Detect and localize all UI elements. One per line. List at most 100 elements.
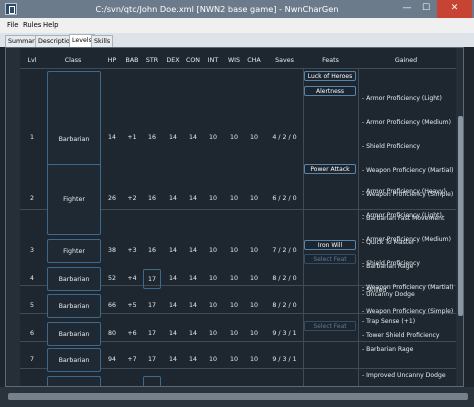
cell-int: 10 [208,302,217,309]
header-cha: CHA [247,57,261,64]
cell-saves: 6 / 2 / 0 [272,195,297,202]
cell-cha: 10 [249,330,258,337]
cell-lvl: 2 [29,195,34,202]
levels-table: Lvl Class HP BAB STR DEX CON INT WIS CHA… [5,47,464,387]
feat-button[interactable]: Luck of Heroes [304,71,356,81]
gained-item: - Armor Proficiency (Medium) [362,119,451,126]
cell-str: 17 [147,330,156,337]
class-label: Fighter [63,196,85,203]
cell-hp: 94 [107,356,116,363]
header-int: INT [207,57,219,64]
class-selector[interactable]: Fighter [47,239,101,263]
cell-saves: 9 / 3 / 1 [272,356,297,363]
horizontal-scrollbar-thumb[interactable] [8,393,468,400]
gained-item: - Armor Proficiency (Heavy) [362,188,446,195]
close-button[interactable]: ✕ [437,0,472,18]
class-label: Barbarian [58,135,90,143]
horizontal-scrollbar[interactable] [0,387,474,407]
header-wis: WIS [227,57,241,64]
gained-item: - Trap Sense (+1) [362,318,416,325]
cell-int: 10 [208,134,217,141]
cell-hp: 52 [107,275,116,282]
window-title: C:/svn/qtc/John Doe.xml [NWN2 base game]… [95,4,339,14]
class-selector[interactable]: Fighter [47,164,101,235]
menu-help[interactable]: Help [43,18,59,33]
cell-lvl: 4 [29,275,34,282]
cell-int: 10 [208,275,217,282]
header-hp: HP [107,57,117,64]
cell-hp: 80 [107,330,116,337]
class-selector[interactable]: Barbarian [47,267,101,291]
header-lvl: Lvl [27,57,37,64]
cell-cha: 10 [249,275,258,282]
cell-str: 16 [147,247,156,254]
tab-skills[interactable]: Skills [91,35,114,47]
vertical-scrollbar-thumb[interactable] [458,116,463,316]
cell-int: 10 [208,195,217,202]
cell-bab: +2 [127,195,137,202]
cell-str: 17 [147,302,156,309]
header-class: Class [64,57,82,64]
cell-saves: 4 / 2 / 0 [272,134,297,141]
cell-saves: 7 / 2 / 0 [272,247,297,254]
cell-wis: 10 [229,356,238,363]
class-selector[interactable]: Barbarian [47,348,101,372]
str-increase-cell[interactable]: 17 [143,269,161,289]
cell-str: 16 [147,195,156,202]
grid-line [20,68,456,69]
gained-item: - Improved Uncanny Dodge [362,372,446,379]
class-label: Barbarian [58,302,90,310]
cell-saves: 8 / 2 / 0 [272,275,297,282]
feat-button[interactable]: Power Attack [304,164,356,174]
cell-lvl: 7 [29,356,34,363]
minimize-button[interactable]: — [398,0,416,18]
cell-wis: 10 [229,247,238,254]
cell-dex: 14 [168,302,177,309]
cell-str: 17 [147,275,156,283]
cell-wis: 10 [229,330,238,337]
feat-button[interactable]: Iron Will [304,240,356,250]
vertical-scrollbar[interactable] [456,48,463,386]
cell-lvl: 5 [29,302,34,309]
cell-lvl: 6 [29,330,34,337]
select-feat-button[interactable]: Select Feat [304,254,356,264]
maximize-button[interactable]: ☐ [416,0,436,18]
cell-str: 16 [147,134,156,141]
cell-saves: 9 / 3 / 1 [272,330,297,337]
menu-bar: File Rules Help [0,18,474,33]
header-str: STR [145,57,159,64]
cell-hp: 38 [107,247,116,254]
class-selector[interactable]: Barbarian [47,294,101,318]
header-gained: Gained [394,57,418,64]
cell-lvl: 1 [29,134,34,141]
tab-bar: Summary Description Levels Skills [0,33,474,47]
class-selector[interactable]: Barbarian [47,322,101,346]
gained-item: - Armor Proficiency (Light) [362,212,442,219]
cell-con: 14 [188,195,197,202]
header-dex: DEX [166,57,180,64]
menu-rules[interactable]: Rules [23,18,41,33]
cell-con: 14 [188,330,197,337]
gained-item: - Shield Proficiency [362,260,420,267]
cell-con: 14 [188,275,197,282]
feat-button[interactable]: Alertness [304,86,356,96]
cell-bab: +5 [127,302,137,309]
cell-cha: 10 [249,195,258,202]
class-selector[interactable] [47,376,101,386]
cell-con: 14 [188,134,197,141]
cell-wis: 10 [229,195,238,202]
cell-dex: 14 [168,275,177,282]
header-saves: Saves [275,57,294,64]
cell-int: 10 [208,356,217,363]
cell-dex: 14 [168,134,177,141]
cell-wis: 10 [229,275,238,282]
header-bab: BAB [125,57,139,64]
cell-dex: 14 [168,356,177,363]
gained-item: - Armor Proficiency (Light) [362,95,442,102]
select-feat-button[interactable]: Select Feat [304,321,356,331]
menu-file[interactable]: File [7,18,18,33]
cell-cha: 10 [249,302,258,309]
str-increase-cell[interactable] [143,376,161,386]
cell-cha: 10 [249,134,258,141]
title-bar: C:/svn/qtc/John Doe.xml [NWN2 base game]… [0,0,474,18]
